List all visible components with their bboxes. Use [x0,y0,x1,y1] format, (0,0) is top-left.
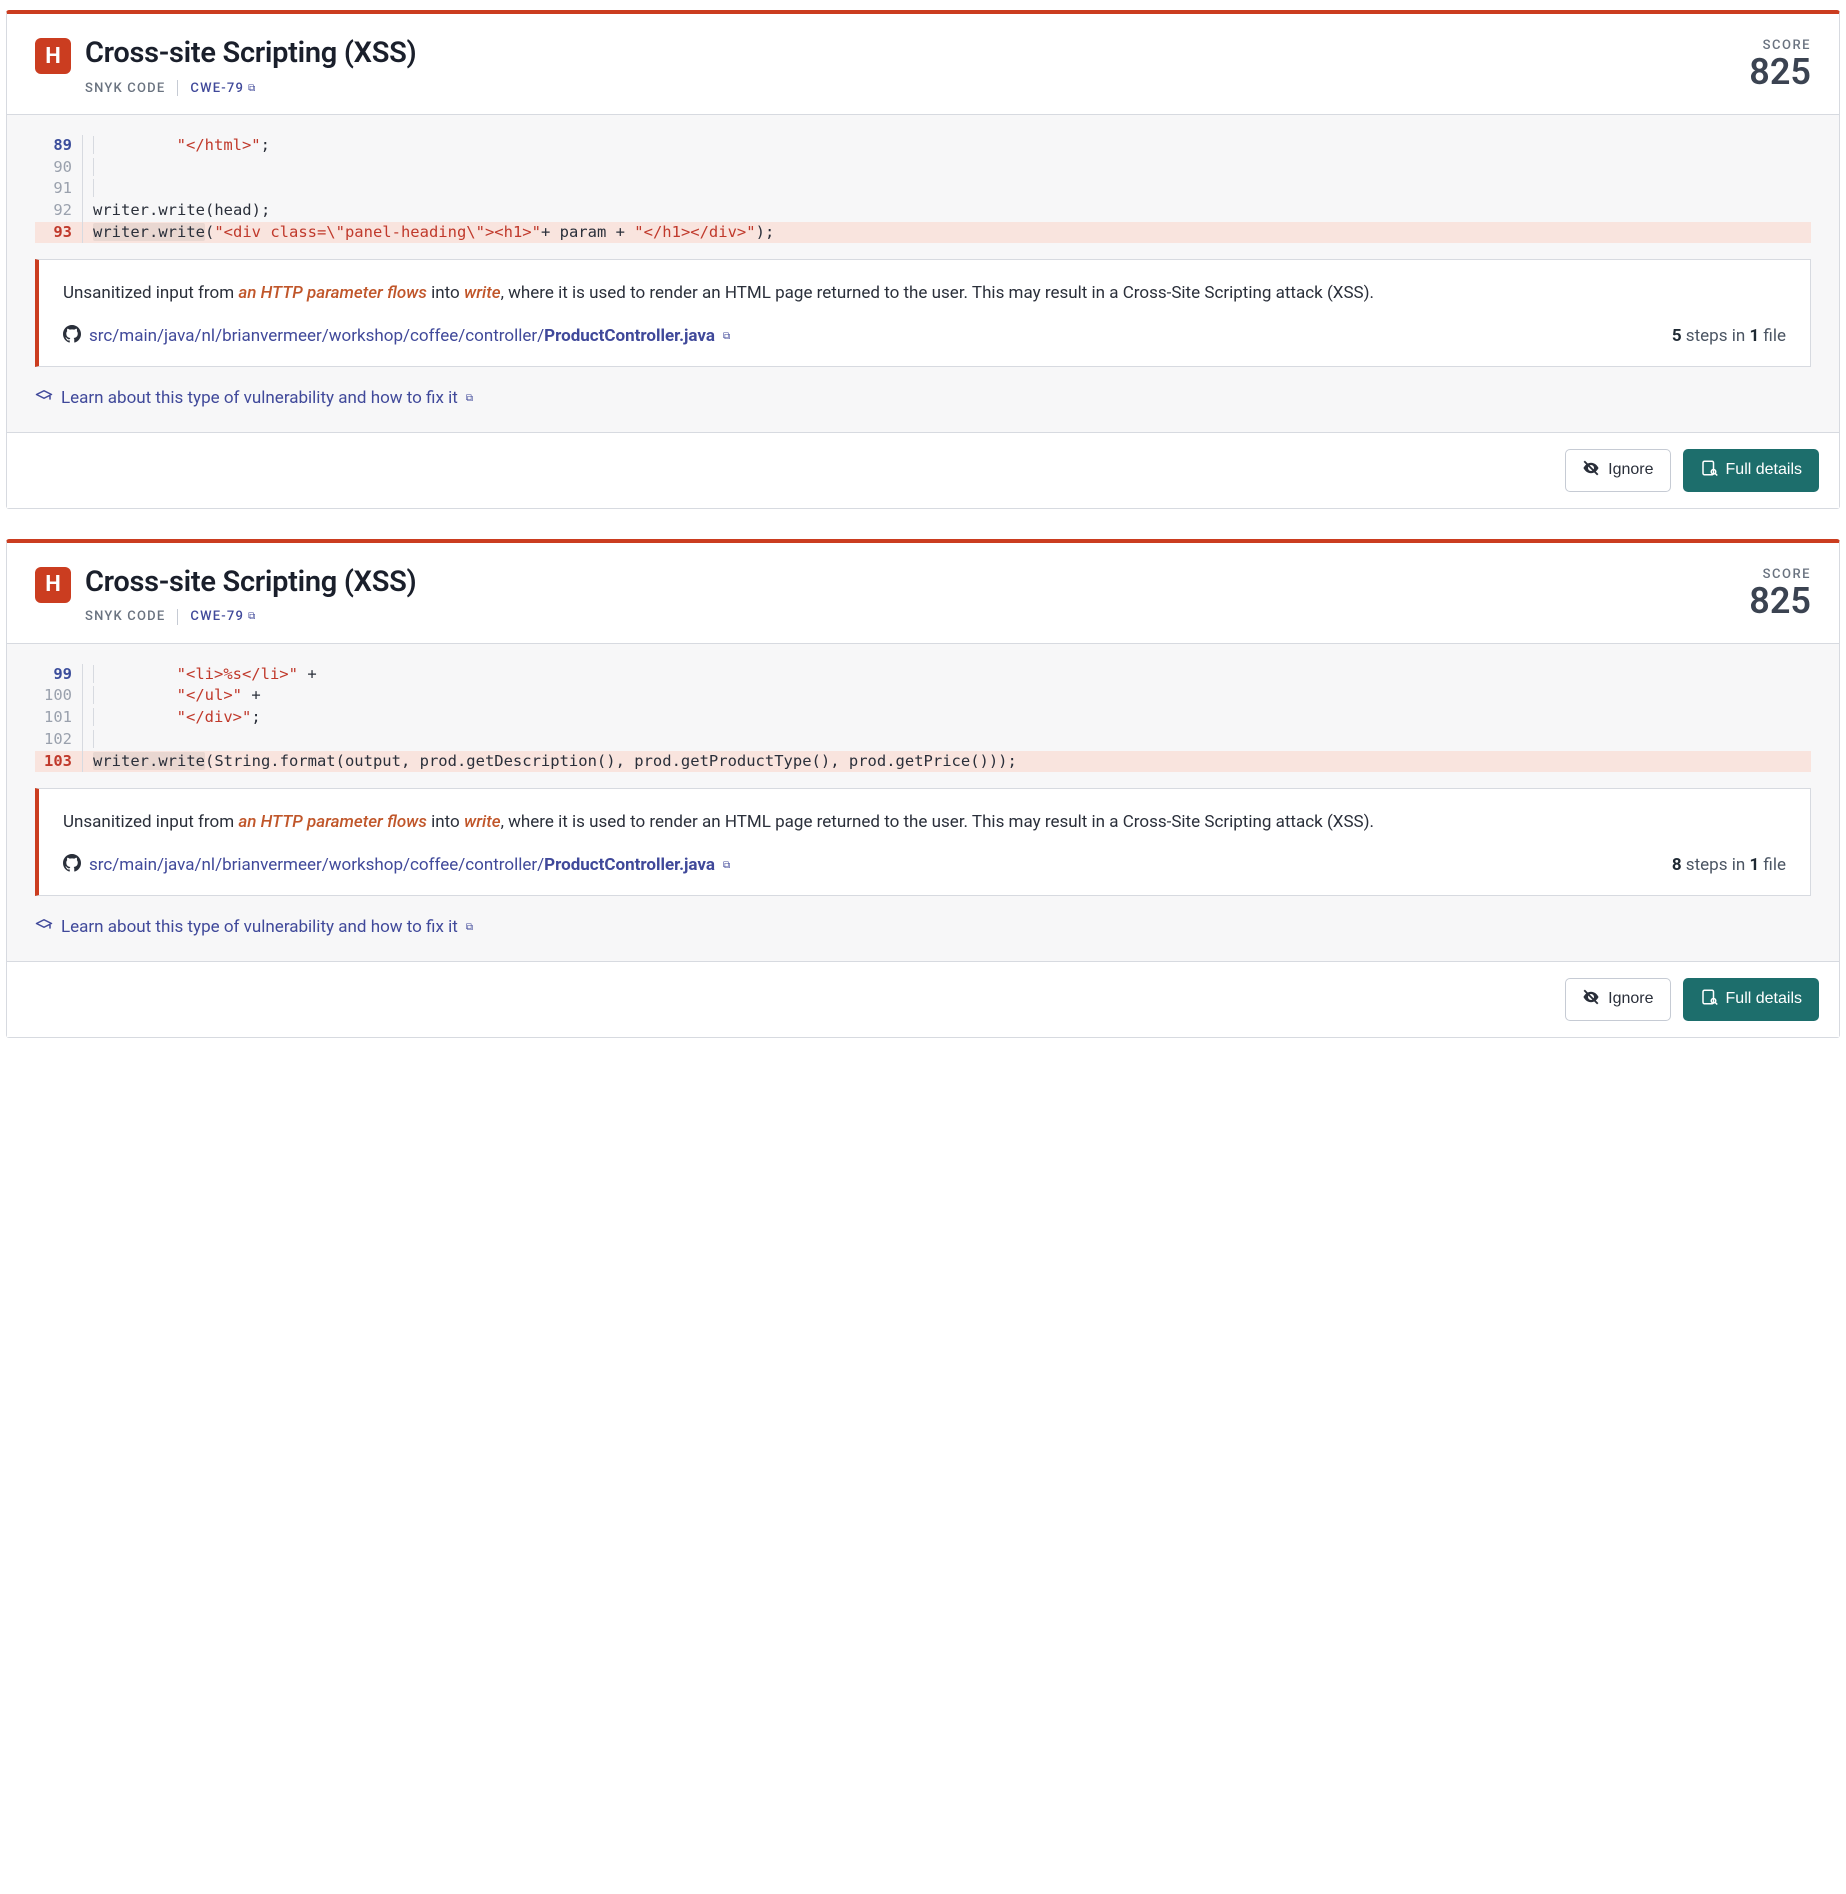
score-value: 825 [1749,53,1811,93]
file-path-link[interactable]: src/main/java/nl/brianvermeer/workshop/c… [63,854,730,877]
code-line: 91 [35,178,1811,200]
external-link-icon: ⧉ [723,860,730,871]
learn-text: Learn about this type of vulnerability a… [61,917,458,937]
explanation-text: Unsanitized input from an HTTP parameter… [63,809,1786,835]
severity-badge: H [35,567,71,603]
line-number: 90 [35,157,83,179]
learn-text: Learn about this type of vulnerability a… [61,388,458,408]
source-label: SNYK CODE [85,81,165,96]
external-link-icon: ⧉ [248,611,256,622]
ignore-button[interactable]: Ignore [1565,978,1670,1021]
code-content [83,178,1811,200]
full-details-button[interactable]: Full details [1683,449,1819,492]
external-link-icon: ⧉ [466,393,473,404]
explanation-text: Unsanitized input from an HTTP parameter… [63,280,1786,306]
source-label: SNYK CODE [85,609,165,624]
vulnerability-title: Cross-site Scripting (XSS) [85,36,416,70]
details-icon [1700,459,1718,482]
code-line: 89 "</html>"; [35,135,1811,157]
learn-link[interactable]: Learn about this type of vulnerability a… [35,387,1811,410]
education-icon [35,916,53,939]
line-number: 103 [35,751,83,773]
code-line: 99 "<li>%s</li>" + [35,664,1811,686]
code-block: 99 "<li>%s</li>" + 100 "</ul>" + 101 "</… [35,664,1811,772]
code-line: 103 writer.write(String.format(output, p… [35,751,1811,773]
code-content: "</div>"; [83,707,1811,729]
line-number: 92 [35,200,83,222]
code-line: 90 [35,157,1811,179]
steps-count: 5 steps in 1 file [1672,326,1786,346]
code-line: 92 writer.write(head); [35,200,1811,222]
code-content: writer.write(head); [83,200,1811,222]
line-number: 102 [35,729,83,751]
line-number: 100 [35,685,83,707]
external-link-icon: ⧉ [466,922,473,933]
code-block: 89 "</html>"; 90 91 92 writer.write(head… [35,135,1811,243]
vulnerability-card: H Cross-site Scripting (XSS) SNYK CODE C… [6,10,1840,509]
code-line: 101 "</div>"; [35,707,1811,729]
github-icon [63,854,81,877]
severity-badge: H [35,38,71,74]
code-line: 93 writer.write("<div class=\"panel-head… [35,222,1811,244]
code-content [83,729,1811,751]
vulnerability-title: Cross-site Scripting (XSS) [85,565,416,599]
cwe-link[interactable]: CWE-79 ⧉ [190,609,256,624]
line-number: 89 [35,135,83,157]
cwe-link[interactable]: CWE-79 ⧉ [190,81,256,96]
code-content: "<li>%s</li>" + [83,664,1811,686]
github-icon [63,325,81,348]
full-details-button[interactable]: Full details [1683,978,1819,1021]
vulnerability-card: H Cross-site Scripting (XSS) SNYK CODE C… [6,539,1840,1038]
education-icon [35,387,53,410]
ignore-icon [1582,988,1600,1011]
external-link-icon: ⧉ [723,331,730,342]
code-content: "</html>"; [83,135,1811,157]
line-number: 99 [35,664,83,686]
line-number: 91 [35,178,83,200]
steps-count: 8 steps in 1 file [1672,855,1786,875]
meta-divider [177,80,178,96]
ignore-button[interactable]: Ignore [1565,449,1670,492]
learn-link[interactable]: Learn about this type of vulnerability a… [35,916,1811,939]
meta-divider [177,609,178,625]
file-path: src/main/java/nl/brianvermeer/workshop/c… [89,326,715,346]
file-path-link[interactable]: src/main/java/nl/brianvermeer/workshop/c… [63,325,730,348]
line-number: 101 [35,707,83,729]
code-content: "</ul>" + [83,685,1811,707]
explanation-box: Unsanitized input from an HTTP parameter… [35,788,1811,895]
line-number: 93 [35,222,83,244]
code-line: 102 [35,729,1811,751]
code-content: writer.write("<div class=\"panel-heading… [83,222,1811,244]
code-line: 100 "</ul>" + [35,685,1811,707]
external-link-icon: ⧉ [248,83,256,94]
code-content: writer.write(String.format(output, prod.… [83,751,1811,773]
explanation-box: Unsanitized input from an HTTP parameter… [35,259,1811,366]
ignore-icon [1582,459,1600,482]
code-content [83,157,1811,179]
file-path: src/main/java/nl/brianvermeer/workshop/c… [89,855,715,875]
score-value: 825 [1749,582,1811,622]
details-icon [1700,988,1718,1011]
